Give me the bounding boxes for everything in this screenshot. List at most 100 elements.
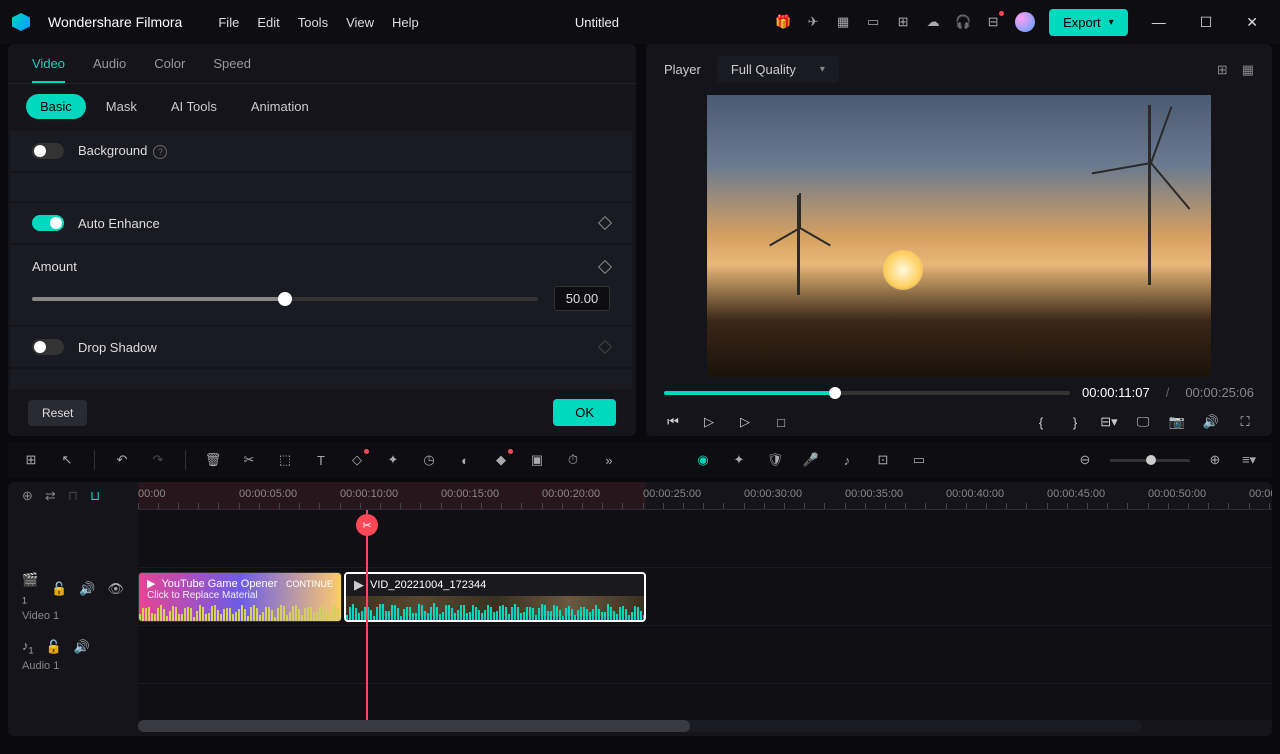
keyframe-icon[interactable] [598, 216, 612, 230]
menu-file[interactable]: File [218, 15, 239, 30]
sub-tab-ai-tools[interactable]: AI Tools [157, 94, 231, 119]
shield-icon[interactable]: 🛡 [766, 452, 784, 468]
preview-viewport[interactable] [646, 95, 1272, 377]
tab-speed[interactable]: Speed [213, 56, 251, 71]
caption-icon[interactable]: ▭ [910, 452, 928, 468]
drop-shadow-toggle[interactable] [32, 339, 64, 355]
menu-tools[interactable]: Tools [298, 15, 328, 30]
lock-icon[interactable]: 🔓 [46, 639, 62, 655]
close-button[interactable]: ✕ [1236, 14, 1268, 31]
view-mode-icon[interactable]: ≡▾ [1240, 452, 1258, 468]
mute-icon[interactable]: 🔊 [74, 639, 90, 655]
audio-track-icon[interactable]: ♪1 [22, 638, 34, 656]
layout-icon[interactable]: ⊞ [22, 452, 40, 468]
zoom-in-icon[interactable]: ⊕ [1206, 452, 1224, 468]
maximize-button[interactable]: ☐ [1190, 14, 1223, 31]
sub-tab-mask[interactable]: Mask [92, 94, 151, 119]
lock-icon[interactable]: 🔓 [51, 581, 67, 597]
camera-icon[interactable]: 📷 [1168, 414, 1186, 430]
sub-tab-basic[interactable]: Basic [26, 94, 86, 119]
crop-icon[interactable]: ⬚ [276, 452, 294, 468]
pip-icon[interactable]: ⊡ [874, 452, 892, 468]
clip-vid-20221004[interactable]: ▶VID_20221004_172344 [344, 572, 646, 622]
ratio-icon[interactable]: ⊟▾ [1100, 414, 1118, 430]
mark-in-icon[interactable]: { [1032, 415, 1050, 430]
amount-value[interactable]: 50.00 [554, 286, 610, 311]
export-button[interactable]: Export [1049, 9, 1128, 36]
sparkle-icon[interactable]: ✦ [730, 452, 748, 468]
add-track-icon[interactable]: ⊕ [22, 488, 33, 504]
tab-audio[interactable]: Audio [93, 56, 126, 71]
keyframe-tool-icon[interactable]: ◆ [492, 452, 510, 468]
tab-video[interactable]: Video [32, 56, 65, 71]
volume-icon[interactable]: 🔊 [1202, 414, 1220, 430]
pointer-icon[interactable]: ↖ [58, 452, 76, 468]
effects-icon[interactable]: ✦ [384, 452, 402, 468]
zoom-out-icon[interactable]: ⊖ [1076, 452, 1094, 468]
sub-tab-animation[interactable]: Animation [237, 94, 323, 119]
mask-tool-icon[interactable]: ▣ [528, 452, 546, 468]
headphones-icon[interactable]: 🎧 [955, 14, 971, 30]
keyframe-icon[interactable] [598, 259, 612, 273]
visibility-icon[interactable]: 👁 [107, 581, 124, 597]
auto-enhance-toggle[interactable] [32, 215, 64, 231]
snapshot-list-icon[interactable]: ▦ [1242, 62, 1254, 78]
send-icon[interactable]: ✈ [805, 14, 821, 30]
shape-icon[interactable]: ◇ [348, 452, 366, 468]
media-icon[interactable]: ▦ [835, 14, 851, 30]
speed-tool-icon[interactable]: ◷ [420, 452, 438, 468]
tab-color[interactable]: Color [154, 56, 185, 71]
redo-icon[interactable]: ↷ [149, 452, 167, 468]
menu-edit[interactable]: Edit [257, 15, 279, 30]
gift-icon[interactable]: 🎁 [775, 14, 791, 30]
delete-icon[interactable]: 🗑 [204, 452, 222, 468]
stop-icon[interactable]: □ [772, 415, 790, 430]
mark-out-icon[interactable]: } [1066, 415, 1084, 430]
more-tools-icon[interactable]: » [600, 453, 618, 468]
text-icon[interactable]: T [312, 453, 330, 468]
prev-frame-icon[interactable]: ⏮ [664, 414, 682, 430]
undo-icon[interactable]: ↶ [113, 452, 131, 468]
player-label: Player [664, 62, 701, 77]
display-icon[interactable]: 🖵 [1134, 414, 1152, 430]
cloud-icon[interactable]: ☁ [925, 14, 941, 30]
mute-icon[interactable]: 🔊 [79, 581, 95, 597]
link-icon[interactable]: ⇄ [45, 488, 56, 504]
library-icon[interactable]: ⊞ [895, 14, 911, 30]
timer-icon[interactable]: ⏱ [564, 452, 582, 468]
grid-icon[interactable]: ⊞ [1217, 62, 1228, 78]
menu-help[interactable]: Help [392, 15, 419, 30]
keyframe-icon[interactable] [598, 340, 612, 354]
fullscreen-icon[interactable]: ⛶ [1236, 414, 1254, 430]
timeline-scrollbar[interactable] [138, 720, 1142, 732]
play-icon[interactable]: ▷ [700, 414, 718, 430]
ok-button[interactable]: OK [553, 399, 616, 426]
amount-slider[interactable] [32, 297, 538, 301]
avatar[interactable] [1015, 12, 1035, 32]
color-tool-icon[interactable]: ◐ [456, 453, 474, 468]
player-header: Player Full Quality ⊞ ▦ [646, 44, 1272, 95]
playhead[interactable]: ✂ [366, 510, 368, 720]
tracks[interactable]: ✂ ▶YouTube Game OpenerCONTINUE Click to … [138, 510, 1272, 720]
snap-icon[interactable]: ⊔ [90, 488, 100, 504]
apps-icon[interactable]: ⊟ [985, 14, 1001, 30]
help-icon[interactable]: ? [153, 145, 167, 159]
minimize-button[interactable]: — [1142, 14, 1176, 30]
music-icon[interactable]: ♪ [838, 453, 856, 468]
next-frame-icon[interactable]: ▷ [736, 414, 754, 430]
cut-icon[interactable]: ✂ [240, 452, 258, 468]
mic-icon[interactable]: 🎤 [802, 452, 820, 468]
video-track-icon[interactable]: 🎬1 [22, 572, 39, 606]
zoom-slider[interactable] [1110, 459, 1190, 462]
magnet-icon[interactable]: ⊓ [68, 488, 78, 504]
background-toggle[interactable] [32, 143, 64, 159]
progress-bar[interactable] [664, 391, 1070, 395]
ai-icon[interactable]: ◉ [694, 452, 712, 468]
reset-button[interactable]: Reset [28, 400, 87, 426]
clip-youtube-opener[interactable]: ▶YouTube Game OpenerCONTINUE Click to Re… [138, 572, 342, 622]
menu-view[interactable]: View [346, 15, 374, 30]
screen-icon[interactable]: ▭ [865, 14, 881, 30]
quality-select[interactable]: Full Quality [717, 56, 839, 83]
ruler[interactable]: 00:0000:00:05:0000:00:10:0000:00:15:0000… [138, 482, 1272, 510]
scissors-icon[interactable]: ✂ [356, 514, 378, 536]
